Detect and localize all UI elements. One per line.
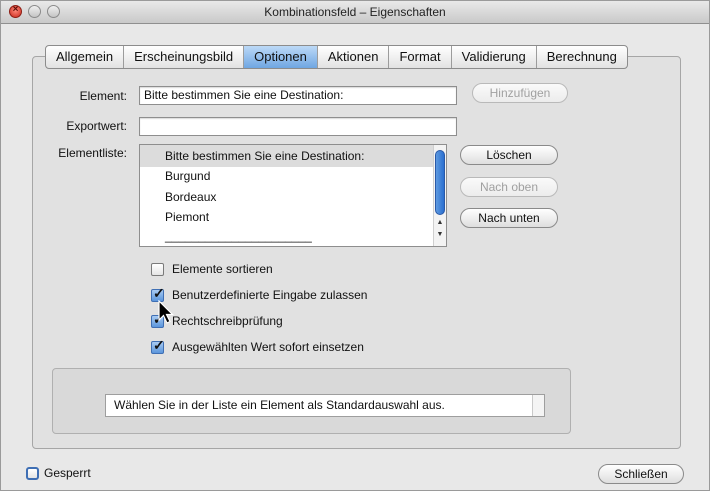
scrollbar-thumb[interactable]	[435, 150, 445, 215]
checkbox-label: Elemente sortieren	[172, 262, 273, 276]
info-text: Wählen Sie in der Liste ein Element als …	[114, 398, 445, 412]
checkbox-sort-elements[interactable]: Elemente sortieren	[151, 261, 273, 277]
tab-optionen[interactable]: Optionen	[244, 46, 318, 68]
checkbox-custom-entry[interactable]: ✓ Benutzerdefinierte Eingabe zulassen	[151, 284, 368, 303]
checkbox-label: Gesperrt	[44, 466, 91, 480]
checkmark-icon: ✓	[153, 336, 165, 353]
elementliste-label: Elementliste:	[58, 146, 127, 160]
element-list[interactable]: Bitte bestimmen Sie eine Destination: Bu…	[139, 144, 447, 247]
move-up-button[interactable]: Nach oben	[460, 177, 558, 197]
tab-validierung[interactable]: Validierung	[452, 46, 537, 68]
properties-dialog: × Kombinationsfeld – Eigenschaften Allge…	[0, 0, 710, 491]
checkmark-icon: ✓	[153, 284, 165, 301]
list-item[interactable]: Bitte bestimmen Sie eine Destination:	[165, 149, 364, 163]
add-button[interactable]: Hinzufügen	[472, 83, 568, 103]
close-button[interactable]: Schließen	[598, 464, 684, 484]
tab-erscheinungsbild[interactable]: Erscheinungsbild	[124, 46, 245, 68]
checkbox-commit-immediately[interactable]: ✓ Ausgewählten Wert sofort einsetzen	[151, 337, 364, 355]
info-scrollbar[interactable]	[532, 395, 544, 416]
default-selection-info: Wählen Sie in der Liste ein Element als …	[105, 394, 545, 417]
exportwert-field[interactable]	[139, 117, 457, 136]
checkbox-box[interactable]	[26, 466, 39, 480]
tab-aktionen[interactable]: Aktionen	[318, 46, 390, 68]
mouse-pointer-icon	[158, 300, 174, 324]
title-bar[interactable]: × Kombinationsfeld – Eigenschaften	[1, 1, 709, 24]
element-label: Element:	[79, 89, 127, 103]
window-title: Kombinationsfeld – Eigenschaften	[264, 5, 446, 19]
tab-berechnung[interactable]: Berechnung	[537, 46, 627, 68]
checkbox-box[interactable]	[151, 262, 164, 276]
exportwert-label: Exportwert:	[66, 119, 127, 133]
checkbox-label: Ausgewählten Wert sofort einsetzen	[172, 340, 364, 354]
tab-format[interactable]: Format	[389, 46, 452, 68]
tab-bar: Allgemein Erscheinungsbild Optionen Akti…	[45, 45, 628, 69]
element-field[interactable]: Bitte bestimmen Sie eine Destination:	[139, 86, 457, 105]
tab-allgemein[interactable]: Allgemein	[46, 46, 125, 68]
scroll-up-arrow-icon[interactable]: ▲	[434, 219, 446, 226]
list-item[interactable]: Piemont	[165, 210, 209, 224]
checkbox-label: Benutzerdefinierte Eingabe zulassen	[172, 288, 368, 302]
checkbox-label: Rechtschreibprüfung	[172, 314, 283, 328]
list-item[interactable]: Burgund	[165, 169, 210, 183]
list-item[interactable]: ______________________	[165, 229, 312, 243]
delete-button[interactable]: Löschen	[460, 145, 558, 165]
checkbox-locked[interactable]: Gesperrt	[26, 465, 91, 481]
list-scrollbar[interactable]: ▲ ▼	[433, 145, 446, 246]
checkbox-box[interactable]: ✓	[151, 337, 165, 354]
move-down-button[interactable]: Nach unten	[460, 208, 558, 228]
list-item[interactable]: Bordeaux	[165, 190, 216, 204]
scroll-down-arrow-icon[interactable]: ▼	[434, 231, 446, 238]
